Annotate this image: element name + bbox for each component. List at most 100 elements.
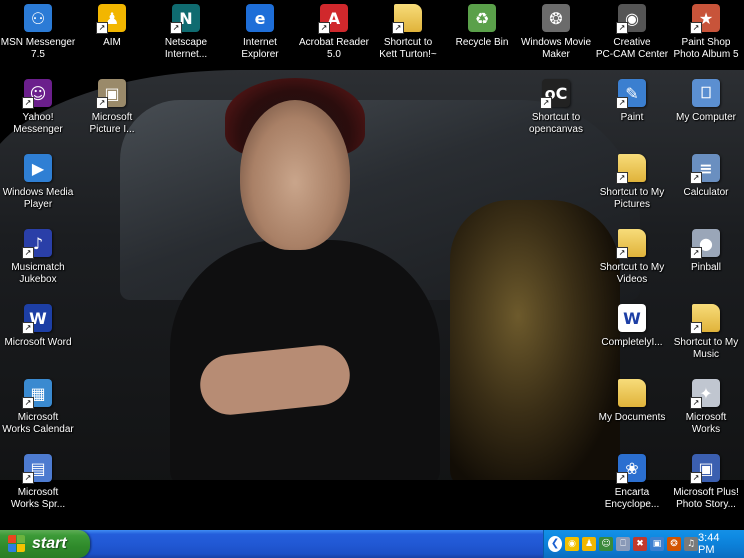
encarta-icon-container: ❀ ↗ (616, 452, 648, 484)
desktop-icon-label: Microsoft Word (4, 337, 72, 348)
desktop-icon-pinball[interactable]: ● ↗ Pinball (668, 227, 744, 274)
pinball-icon-container: ● ↗ (690, 227, 722, 259)
desktop-icon-label: Windows Movie Maker (520, 37, 592, 60)
msn-messenger-icon: ⚇ (24, 4, 52, 32)
desktop-icon-label: Shortcut to My Pictures (599, 187, 665, 210)
shortcut-arrow-icon: ↗ (170, 22, 182, 34)
tray-volume-icon[interactable]: ♫ (684, 537, 699, 551)
desktop-icon-musicmatch[interactable]: ♪ ↗ Musicmatch Jukebox (0, 227, 76, 286)
shortcut-arrow-icon: ↗ (616, 22, 628, 34)
tray-norton-icon[interactable]: ◉ (565, 537, 580, 551)
shortcut-arrow-icon: ↗ (616, 472, 628, 484)
desktop-icon-label: Microsoft Works Spr... (10, 487, 66, 510)
movie-maker-icon-container: ❂ (540, 2, 572, 34)
shortcut-arrow-icon: ↗ (96, 22, 108, 34)
desktop-icon-label: Encarta Encyclope... (604, 487, 660, 510)
my-videos-icon-container: ↗ (616, 227, 648, 259)
windows-logo-icon (8, 535, 26, 553)
desktop-icon-picture-it[interactable]: ▣ ↗ Microsoft Picture I... (74, 77, 150, 136)
tray-messenger-icon[interactable]: ☺ (599, 537, 614, 551)
desktop-icon-paint-shop[interactable]: ★ ↗ Paint Shop Photo Album 5 (668, 2, 744, 61)
desktop-icon-works-spreadsheet[interactable]: ▤ ↗ Microsoft Works Spr... (0, 452, 76, 511)
my-music-icon-container: ↗ (690, 302, 722, 334)
desktop-icon-my-music[interactable]: ↗ Shortcut to My Music (668, 302, 744, 361)
shortcut-arrow-icon: ↗ (690, 472, 702, 484)
tray-shield-icon[interactable]: ✖ (633, 537, 648, 551)
desktop-icon-label: Paint (620, 112, 644, 123)
desktop-icon-word[interactable]: W ↗ Microsoft Word (0, 302, 76, 349)
shortcut-arrow-icon: ↗ (690, 247, 702, 259)
start-button[interactable]: start (0, 530, 90, 558)
desktop-icon-label: CompletelyI... (601, 337, 663, 348)
internet-explorer-icon-container: e (244, 2, 276, 34)
desktop[interactable]: ⚇ MSN Messenger 7.5 ♟ ↗ AIM N ↗ Netscape Intern… (0, 0, 744, 530)
desktop-icon-label: AIM (103, 37, 121, 48)
desktop-icon-acrobat[interactable]: A ↗ Acrobat Reader 5.0 (296, 2, 372, 61)
desktop-icon-label: Recycle Bin (455, 37, 509, 48)
shortcut-arrow-icon: ↗ (22, 247, 34, 259)
desktop-icon-my-documents[interactable]: My Documents (594, 377, 670, 424)
shortcut-arrow-icon: ↗ (96, 97, 108, 109)
desktop-icon-label: MSN Messenger 7.5 (0, 37, 76, 60)
desktop-icon-label: Microsoft Works (685, 412, 727, 435)
desktop-icon-my-pictures[interactable]: ↗ Shortcut to My Pictures (594, 152, 670, 211)
desktop-icon-word-document[interactable]: W CompletelyI... (594, 302, 670, 349)
desktop-icon-pc-cam[interactable]: ◉ ↗ Creative PC-CAM Center (594, 2, 670, 61)
desktop-icon-recycle-bin[interactable]: ♻ Recycle Bin (444, 2, 520, 49)
shortcut-arrow-icon: ↗ (690, 172, 702, 184)
desktop-icon-internet-explorer[interactable]: e Internet Explorer (222, 2, 298, 61)
tray-network-icon[interactable]: ⎕ (616, 537, 631, 551)
shortcut-arrow-icon: ↗ (540, 97, 552, 109)
desktop-icon-paint[interactable]: ✎ ↗ Paint (594, 77, 670, 124)
taskbar: start ❮ ◉ ♟ ☺ ⎕ ✖ ▣ ❂ ♫ 3:44 PM (0, 530, 744, 558)
desktop-icon-label: Windows Media Player (2, 187, 74, 210)
tray-display-icon[interactable]: ▣ (650, 537, 665, 551)
desktop-icon-label: Netscape Internet... (164, 37, 208, 60)
desktop-icon-label: Microsoft Plus! Photo Story... (673, 487, 739, 510)
desktop-icon-label: Pinball (690, 262, 722, 273)
desktop-icon-calculator[interactable]: ≡ ↗ Calculator (668, 152, 744, 199)
tray-antivirus-icon[interactable]: ❂ (667, 537, 682, 551)
desktop-icon-label: Shortcut to My Videos (599, 262, 665, 285)
desktop-icon-folder[interactable]: ↗ Shortcut to Kett Turton!~ (370, 2, 446, 61)
internet-explorer-icon: e (246, 4, 274, 32)
shortcut-arrow-icon: ↗ (616, 97, 628, 109)
word-icon-container: W ↗ (22, 302, 54, 334)
desktop-icon-works-calendar[interactable]: ▦ ↗ Microsoft Works Calendar (0, 377, 76, 436)
desktop-icon-aim[interactable]: ♟ ↗ AIM (74, 2, 150, 49)
desktop-icon-label: Yahoo! Messenger (13, 112, 63, 135)
paint-icon-container: ✎ ↗ (616, 77, 648, 109)
my-documents-icon (618, 379, 646, 407)
desktop-icon-netscape[interactable]: N ↗ Netscape Internet... (148, 2, 224, 61)
desktop-icon-encarta[interactable]: ❀ ↗ Encarta Encyclope... (594, 452, 670, 511)
shortcut-arrow-icon: ↗ (616, 172, 628, 184)
desktop-icon-label: Shortcut to Kett Turton!~ (379, 37, 437, 60)
clock[interactable]: 3:44 PM (698, 532, 734, 556)
desktop-icon-yahoo-messenger[interactable]: ☺ ↗ Yahoo! Messenger (0, 77, 76, 136)
msn-messenger-icon-container: ⚇ (22, 2, 54, 34)
desktop-icon-label: Paint Shop Photo Album 5 (673, 37, 739, 60)
desktop-icon-my-videos[interactable]: ↗ Shortcut to My Videos (594, 227, 670, 286)
desktop-icon-movie-maker[interactable]: ❂ Windows Movie Maker (518, 2, 594, 61)
shortcut-arrow-icon: ↗ (22, 97, 34, 109)
desktop-icon-label: Microsoft Picture I... (89, 112, 135, 135)
tray-aim-icon[interactable]: ♟ (582, 537, 597, 551)
shortcut-arrow-icon: ↗ (690, 397, 702, 409)
desktop-icon-works[interactable]: ✦ ↗ Microsoft Works (668, 377, 744, 436)
show-hidden-icons-button[interactable]: ❮ (548, 536, 563, 552)
paint-shop-icon-container: ★ ↗ (690, 2, 722, 34)
pc-cam-icon-container: ◉ ↗ (616, 2, 648, 34)
yahoo-messenger-icon-container: ☺ ↗ (22, 77, 54, 109)
desktop-icon-media-player[interactable]: ▶ Windows Media Player (0, 152, 76, 211)
folder-icon-container: ↗ (392, 2, 424, 34)
desktop-icon-msn-messenger[interactable]: ⚇ MSN Messenger 7.5 (0, 2, 76, 61)
my-documents-icon-container (616, 377, 648, 409)
desktop-icon-label: My Computer (675, 112, 736, 123)
shortcut-arrow-icon: ↗ (22, 472, 34, 484)
desktop-icon-photo-story[interactable]: ▣ ↗ Microsoft Plus! Photo Story... (668, 452, 744, 511)
desktop-icon-opencanvas[interactable]: oC ↗ Shortcut to opencanvas (518, 77, 594, 136)
shortcut-arrow-icon: ↗ (690, 22, 702, 34)
opencanvas-icon-container: oC ↗ (540, 77, 572, 109)
shortcut-arrow-icon: ↗ (392, 22, 404, 34)
desktop-icon-my-computer[interactable]: ⎕ My Computer (668, 77, 744, 124)
